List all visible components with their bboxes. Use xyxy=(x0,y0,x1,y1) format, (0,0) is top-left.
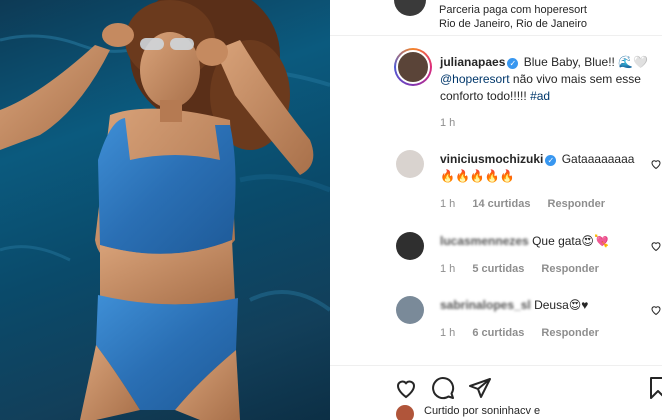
reply-button[interactable]: Responder xyxy=(541,263,598,275)
comment-likes[interactable]: 5 curtidas xyxy=(472,263,524,275)
post-header: Parceria paga com hoperesort Rio de Jane… xyxy=(330,0,662,36)
reply-button[interactable]: Responder xyxy=(541,327,598,339)
share-icon[interactable] xyxy=(468,376,492,400)
bookmark-icon[interactable] xyxy=(646,376,662,400)
caption-mention[interactable]: @hoperesort xyxy=(440,72,510,86)
liker-avatar[interactable] xyxy=(396,405,414,420)
comment-icon[interactable] xyxy=(431,376,455,400)
caption-time[interactable]: 1 h xyxy=(440,117,455,129)
caption-text: Blue Baby, Blue!! 🌊🤍 xyxy=(523,55,649,69)
comment-avatar[interactable] xyxy=(396,150,424,178)
comment-likes[interactable]: 14 curtidas xyxy=(472,198,530,210)
paid-partnership-label[interactable]: Parceria paga com hoperesort xyxy=(439,4,587,16)
verified-icon: ✓ xyxy=(507,58,519,69)
comment-text: Que gata😍💘 xyxy=(532,234,609,248)
comment-1: viniciusmochizuki ✓ Gataaaaaaaa 🔥🔥🔥🔥🔥 xyxy=(440,151,645,185)
caption-username[interactable]: julianapaes xyxy=(440,55,505,69)
verified-icon: ✓ xyxy=(545,155,557,166)
comment-3-meta: 1 h 6 curtidas Responder xyxy=(440,327,613,339)
comment-username[interactable]: viniciusmochizuki xyxy=(440,152,543,166)
photo-illustration xyxy=(0,0,330,420)
caption: julianapaes ✓ Blue Baby, Blue!! 🌊🤍 @hoper… xyxy=(440,54,655,105)
comment-username[interactable]: sabrinalopes_sl xyxy=(440,298,531,312)
heart-icon[interactable] xyxy=(650,158,662,170)
comment-time[interactable]: 1 h xyxy=(440,263,455,275)
comment-likes[interactable]: 6 curtidas xyxy=(472,327,524,339)
comment-2: lucasmennezes Que gata😍💘 xyxy=(440,233,645,250)
comment-time[interactable]: 1 h xyxy=(440,198,455,210)
comment-time[interactable]: 1 h xyxy=(440,327,455,339)
comment-1-meta: 1 h 14 curtidas Responder xyxy=(440,198,619,210)
heart-icon[interactable] xyxy=(650,240,662,252)
comment-text: Deusa😍♥ xyxy=(534,298,589,312)
reply-button[interactable]: Responder xyxy=(548,198,605,210)
location-label[interactable]: Rio de Janeiro, Rio de Janeiro xyxy=(439,18,587,30)
comment-username[interactable]: lucasmennezes xyxy=(440,234,529,248)
comment-2-meta: 1 h 5 curtidas Responder xyxy=(440,263,613,275)
comment-avatar[interactable] xyxy=(396,296,424,324)
post-photo[interactable] xyxy=(0,0,330,420)
author-avatar[interactable] xyxy=(394,0,426,16)
comment-3: sabrinalopes_sl Deusa😍♥ xyxy=(440,297,645,314)
liked-by-text[interactable]: Curtido por soninhacv e xyxy=(424,405,540,417)
caption-avatar[interactable] xyxy=(394,48,432,86)
like-heart-icon[interactable] xyxy=(394,376,418,400)
heart-icon[interactable] xyxy=(650,304,662,316)
comment-avatar[interactable] xyxy=(396,232,424,260)
post-sidebar: Parceria paga com hoperesort Rio de Jane… xyxy=(330,0,662,420)
caption-hashtag[interactable]: #ad xyxy=(530,89,550,103)
